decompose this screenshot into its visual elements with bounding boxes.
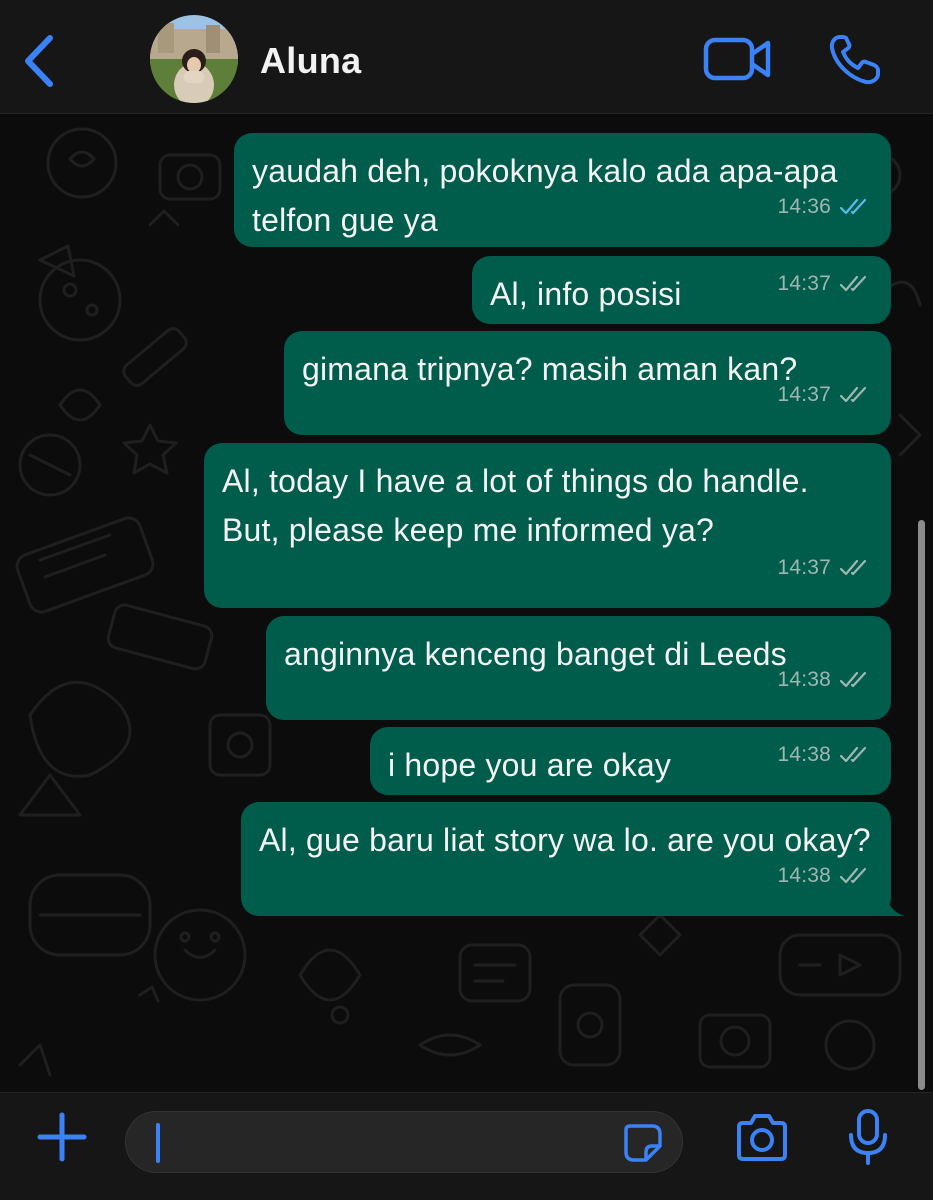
phone-icon (829, 35, 880, 85)
message-time: 14:36 (777, 195, 831, 218)
message-time: 14:37 (777, 383, 831, 406)
text-cursor (156, 1123, 160, 1163)
message-bubble[interactable]: Al, today I have a lot of things do hand… (204, 443, 891, 608)
scrollbar[interactable] (918, 520, 925, 1090)
message-time: 14:38 (777, 668, 831, 691)
double-check-icon (839, 198, 867, 214)
video-call-button[interactable] (702, 34, 774, 84)
double-check-icon (839, 275, 867, 291)
microphone-icon (849, 1109, 887, 1165)
double-check-icon (839, 559, 867, 575)
double-check-icon (839, 746, 867, 762)
plus-icon (37, 1112, 87, 1162)
message-text: Al, today I have a lot of things do hand… (222, 463, 809, 548)
voice-call-button[interactable] (826, 32, 886, 88)
message-bubble[interactable]: yaudah deh, pokoknya kalo ada apa-apa te… (234, 133, 891, 247)
message-time: 14:38 (777, 864, 831, 887)
message-meta: 14:38 (777, 730, 869, 779)
camera-button[interactable] (733, 1111, 791, 1165)
message-meta: 14:37 (777, 370, 869, 419)
sticker-icon (624, 1124, 662, 1162)
message-meta: 14:37 (777, 543, 869, 592)
chat-header: Aluna (0, 0, 933, 114)
message-time: 14:38 (777, 743, 831, 766)
double-check-icon (839, 386, 867, 402)
chat-area[interactable]: yaudah deh, pokoknya kalo ada apa-apa te… (0, 115, 933, 1092)
message-bubble[interactable]: i hope you are okay 14:38 (370, 727, 891, 795)
message-bubble[interactable]: Al, info posisi 14:37 (472, 256, 891, 324)
attach-button[interactable] (32, 1107, 92, 1167)
message-input[interactable] (125, 1111, 683, 1173)
message-meta: 14:36 (777, 182, 869, 231)
message-time: 14:37 (777, 272, 831, 295)
video-camera-icon (703, 37, 771, 81)
camera-icon (737, 1114, 787, 1161)
message-meta: 14:38 (777, 655, 869, 704)
message-bubble[interactable]: gimana tripnya? masih aman kan? 14:37 (284, 331, 891, 435)
double-check-icon (839, 867, 867, 883)
avatar[interactable] (150, 15, 238, 103)
chevron-left-icon (25, 35, 53, 87)
double-check-icon (839, 671, 867, 687)
back-button[interactable] (14, 28, 64, 94)
contact-name[interactable]: Aluna (260, 40, 362, 82)
bubble-tail (875, 892, 905, 916)
composer-bar (0, 1092, 933, 1200)
message-meta: 14:38 (777, 851, 869, 900)
message-bubble[interactable]: Al, gue baru liat story wa lo. are you o… (241, 802, 905, 916)
voice-note-button[interactable] (846, 1107, 890, 1167)
sticker-button[interactable] (622, 1122, 664, 1164)
message-time: 14:37 (777, 556, 831, 579)
message-meta: 14:37 (777, 259, 869, 308)
message-bubble[interactable]: anginnya kenceng banget di Leeds 14:38 (266, 616, 891, 720)
